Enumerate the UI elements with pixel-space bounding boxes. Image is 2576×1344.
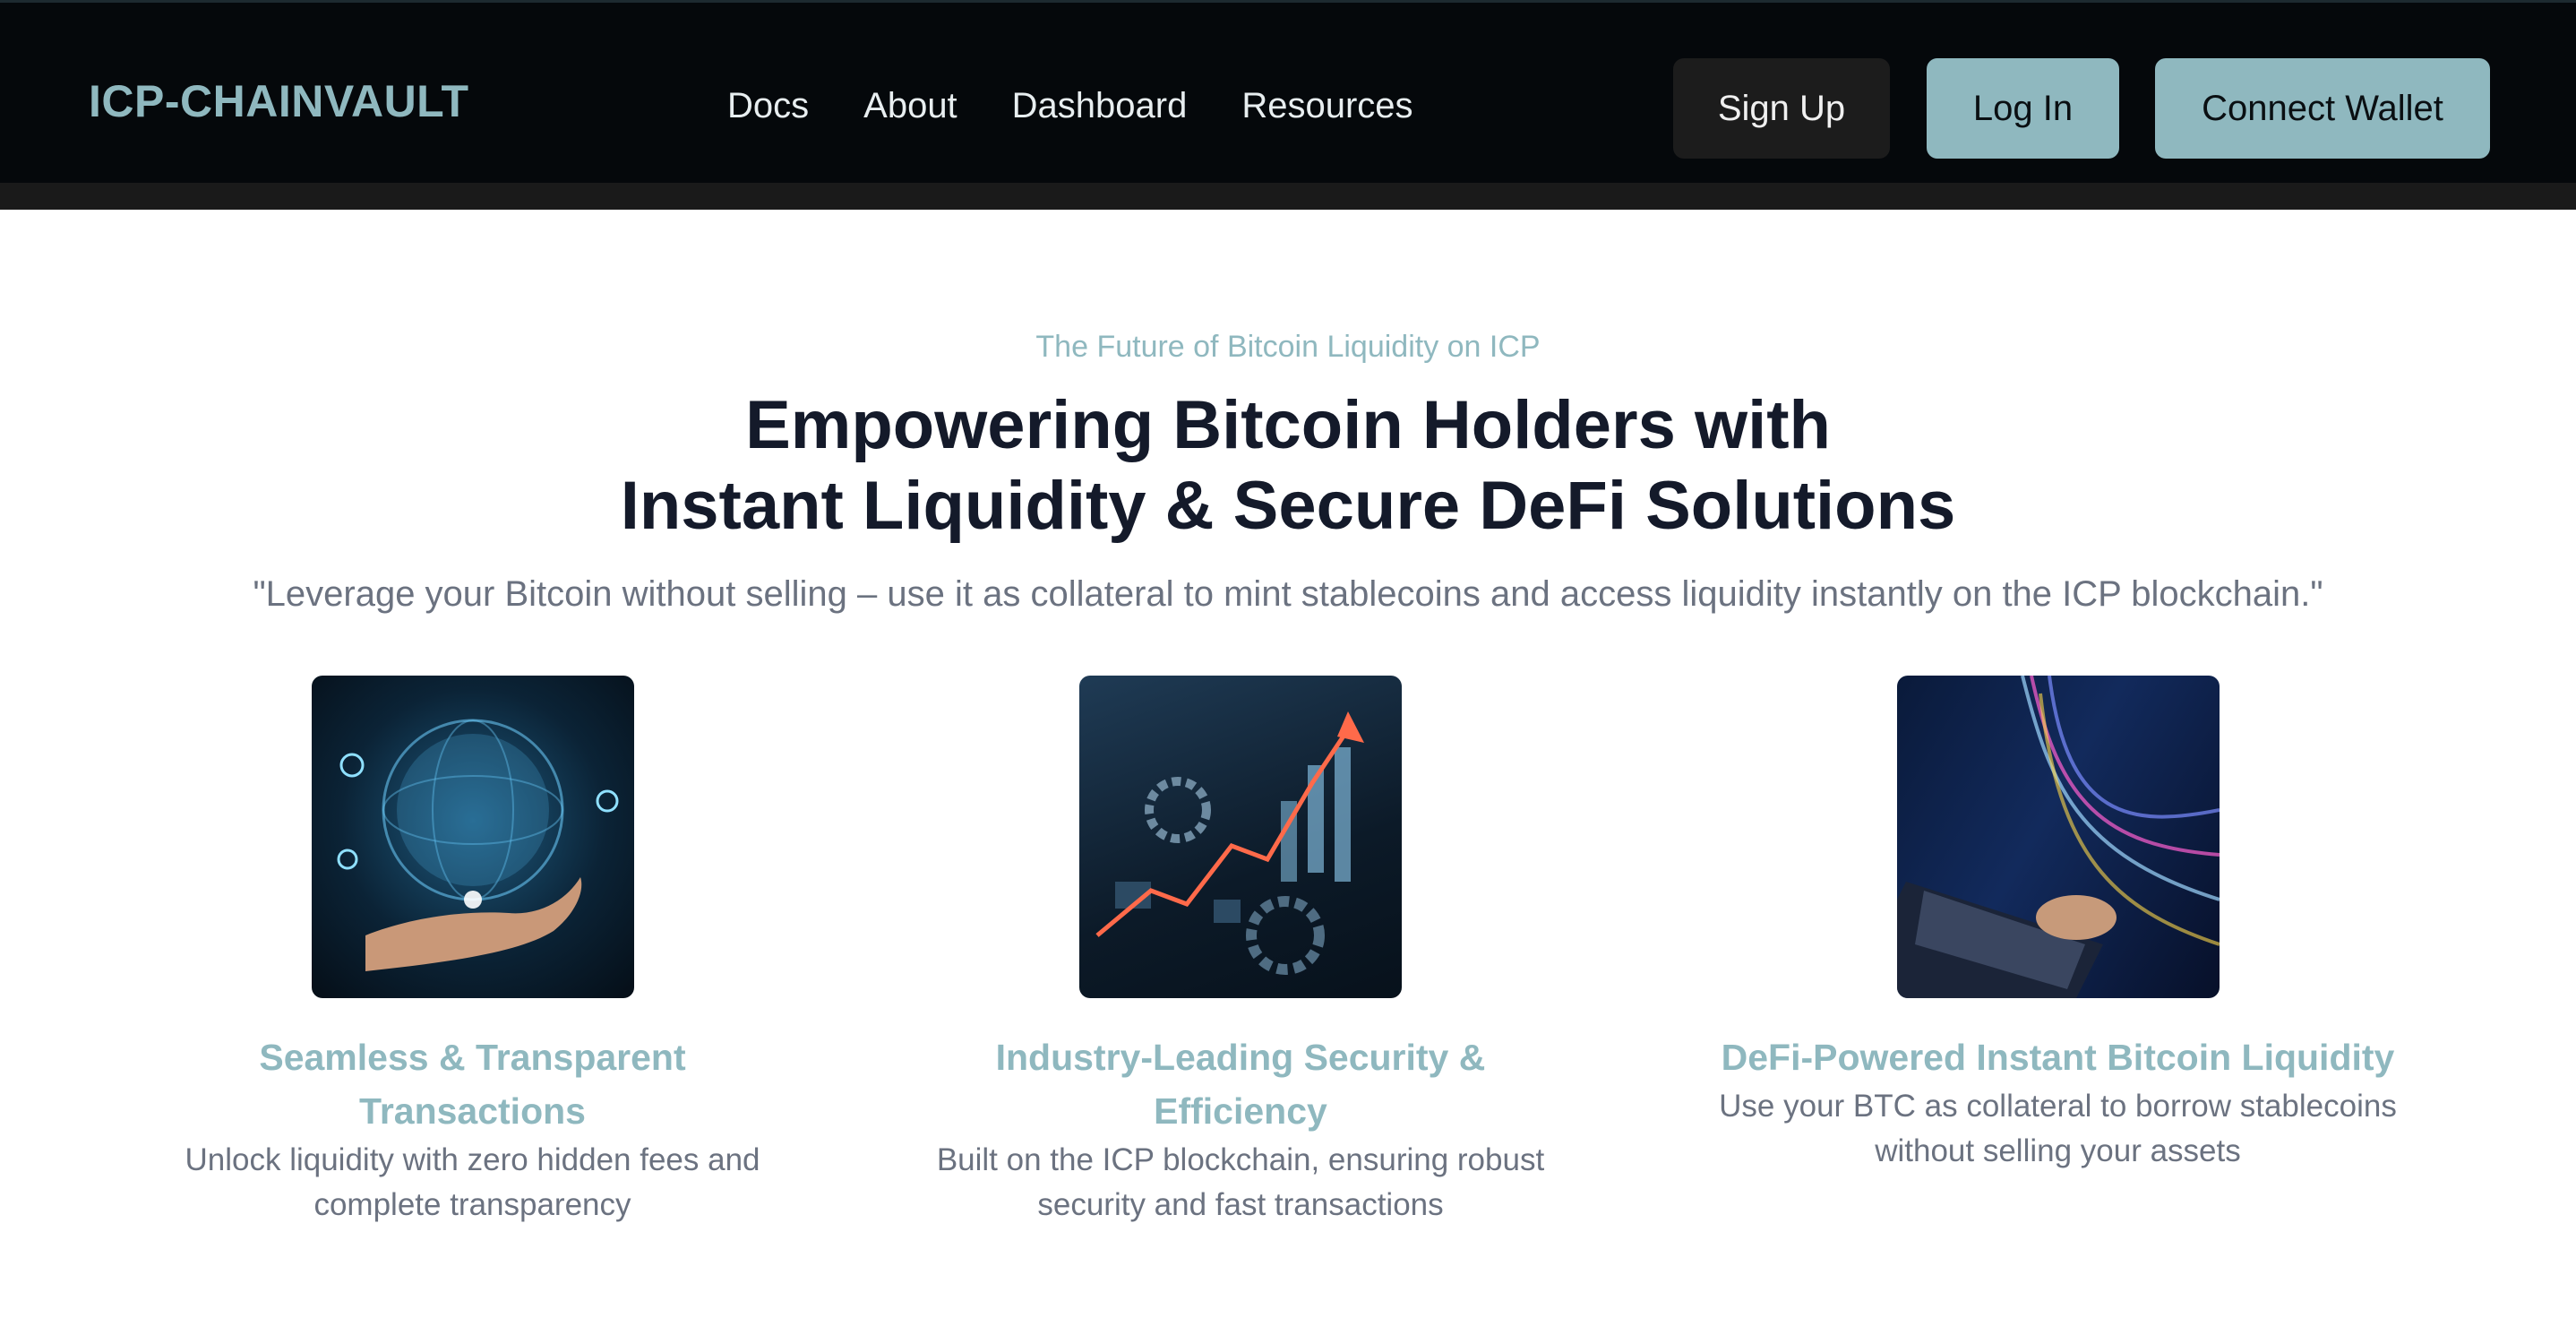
nav-link-resources[interactable]: Resources	[1241, 88, 1413, 124]
feature-card-transparency: Seamless & Transparent Transactions Unlo…	[161, 676, 784, 1228]
hero-quote: "Leverage your Bitcoin without selling –…	[253, 574, 2323, 614]
feature-title: Industry-Leading Security & Efficiency	[995, 1037, 1486, 1132]
feature-card-security: Industry-Leading Security & Efficiency B…	[905, 676, 1576, 1228]
feature-description-line-1: Unlock liquidity with zero hidden fees a…	[185, 1142, 760, 1177]
feature-image-circuit-chart	[1079, 676, 1402, 998]
hero-eyebrow: The Future of Bitcoin Liquidity on ICP	[1035, 330, 1541, 364]
feature-title-line-2: Transactions	[359, 1090, 586, 1132]
sign-up-button[interactable]: Sign Up	[1673, 58, 1890, 159]
navbar: ICP-CHAINVAULT Docs About Dashboard Reso…	[0, 0, 2576, 183]
navbar-divider	[0, 183, 2576, 210]
feature-description-line-2: complete transparency	[313, 1187, 631, 1222]
nav-link-about[interactable]: About	[863, 88, 957, 124]
feature-image-laptop-data	[1896, 676, 2220, 998]
hero-title: Empowering Bitcoin Holders with Instant …	[0, 385, 2576, 547]
brand-logo[interactable]: ICP-CHAINVAULT	[89, 79, 469, 124]
feature-image-globe	[311, 676, 634, 998]
feature-description: Use your BTC as collateral to borrow sta…	[1684, 1084, 2432, 1174]
log-in-button[interactable]: Log In	[1927, 58, 2119, 159]
feature-description-line-1: Use your BTC as collateral to borrow sta…	[1719, 1089, 2397, 1124]
feature-description-line-1: Built on the ICP blockchain, ensuring ro…	[936, 1142, 1545, 1177]
nav-link-dashboard[interactable]: Dashboard	[1012, 88, 1188, 124]
feature-description-line-2: without selling your assets	[1875, 1133, 2241, 1168]
feature-description: Built on the ICP blockchain, ensuring ro…	[905, 1138, 1576, 1228]
feature-title: Seamless & Transparent Transactions	[161, 1030, 784, 1138]
feature-title-line-1: Seamless & Transparent	[259, 1037, 686, 1078]
hero-title-line-2: Instant Liquidity & Secure DeFi Solution…	[620, 468, 1956, 544]
hero-title-line-1: Empowering Bitcoin Holders with	[745, 387, 1831, 463]
feature-card-liquidity: DeFi-Powered Instant Bitcoin Liquidity U…	[1684, 676, 2432, 1174]
connect-wallet-button[interactable]: Connect Wallet	[2155, 58, 2490, 159]
feature-description: Unlock liquidity with zero hidden fees a…	[161, 1138, 784, 1228]
nav-links: Docs About Dashboard Resources	[727, 88, 1413, 124]
feature-title: DeFi-Powered Instant Bitcoin Liquidity	[1721, 1037, 2395, 1078]
nav-link-docs[interactable]: Docs	[727, 88, 809, 124]
feature-description-line-2: security and fast transactions	[1037, 1187, 1444, 1222]
